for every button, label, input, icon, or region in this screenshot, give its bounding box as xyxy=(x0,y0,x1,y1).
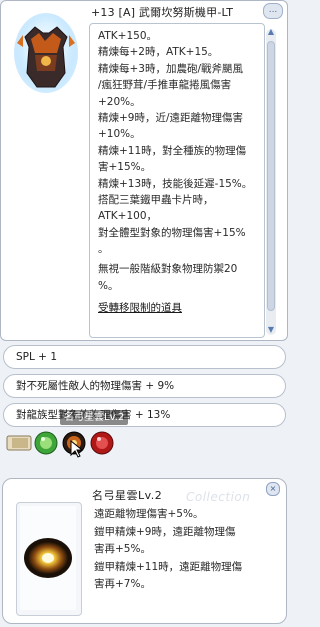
transfer-restriction-link[interactable]: 受轉移限制的道具 xyxy=(98,300,264,316)
item-title: +13 [A] 武爾坎努斯機甲-LT xyxy=(91,6,234,19)
description-line: 精煉+9時，近/遠距離物理傷害 xyxy=(98,111,244,124)
card-description-line: 遠距離物理傷害+5%。 xyxy=(94,508,204,520)
green-orb-card-icon[interactable] xyxy=(33,430,59,456)
collection-watermark: Collection xyxy=(186,490,251,504)
random-option-row: SPL + 1 xyxy=(3,345,286,369)
description-line: %。 xyxy=(98,279,119,292)
item-description-box: ATK+150。 精煉每+2時，ATK+15。 精煉每+3時，加農砲/戰斧颶風 … xyxy=(89,23,265,338)
description-line: +20%。 xyxy=(98,95,141,108)
card-description-line: 鎧甲精煉+11時，遠距離物理傷 xyxy=(94,560,243,573)
card-slot-strip xyxy=(3,430,123,458)
slot-card-icon[interactable] xyxy=(6,434,34,452)
armor-icon xyxy=(14,13,78,93)
description-line: /瘋狂野茸/手推車龍捲風傷害 xyxy=(98,79,232,92)
card-description: 遠距離物理傷害+5%。 鎧甲精煉+9時，遠距離物理傷 害再+5%。 鎧甲精煉+1… xyxy=(94,506,274,594)
description-line: +10%。 xyxy=(98,128,141,141)
random-option-row: 對不死屬性敵人的物理傷害 + 9% xyxy=(3,374,286,398)
close-icon[interactable]: × xyxy=(266,482,280,496)
description-line: 。 xyxy=(98,243,109,256)
description-line: 精煉每+2時，ATK+15。 xyxy=(98,46,219,59)
card-description-line: 害再+5%。 xyxy=(94,543,151,556)
card-description-line: 害再+7%。 xyxy=(94,578,151,591)
red-orb-card-icon[interactable] xyxy=(89,430,115,456)
item-description-window: +13 [A] 武爾坎努斯機甲-LT ... ATK+150。 精煉每+2時，A… xyxy=(0,0,288,341)
description-line: 精煉每+3時，加農砲/戰斧颶風 xyxy=(98,62,244,75)
scroll-up-icon[interactable]: ▲ xyxy=(266,27,276,37)
description-line: ATK+150。 xyxy=(98,30,158,42)
more-options-button[interactable]: ... xyxy=(263,3,283,19)
description-line: 無視一般階級對象物理防禦20 xyxy=(98,263,238,276)
description-line: 搭配三葉鐵甲蟲卡片時， xyxy=(98,193,214,206)
card-description-line: 鎧甲精煉+9時，遠距離物理傷 xyxy=(94,525,236,538)
description-line: 對全體型對象的物理傷害+15% xyxy=(98,226,246,239)
random-option-row: 對龍族型對象的物理傷害 + 13% xyxy=(3,403,286,427)
scroll-thumb[interactable] xyxy=(267,41,275,311)
mouse-cursor-icon xyxy=(70,440,84,458)
description-line: 精煉+13時，技能後延遲-15%。 xyxy=(98,177,253,190)
scroll-down-icon[interactable]: ▼ xyxy=(266,325,276,335)
card-title: 名弓星雲Lv.2 xyxy=(92,489,163,502)
card-tooltip: 名弓星雲Lv.2 xyxy=(60,410,129,425)
description-line: 精煉+11時，對全種族的物理傷 xyxy=(98,144,247,157)
description-line: 害+15%。 xyxy=(98,161,152,174)
description-line: ATK+100， xyxy=(98,210,158,223)
nebula-card-art-icon xyxy=(20,506,76,610)
